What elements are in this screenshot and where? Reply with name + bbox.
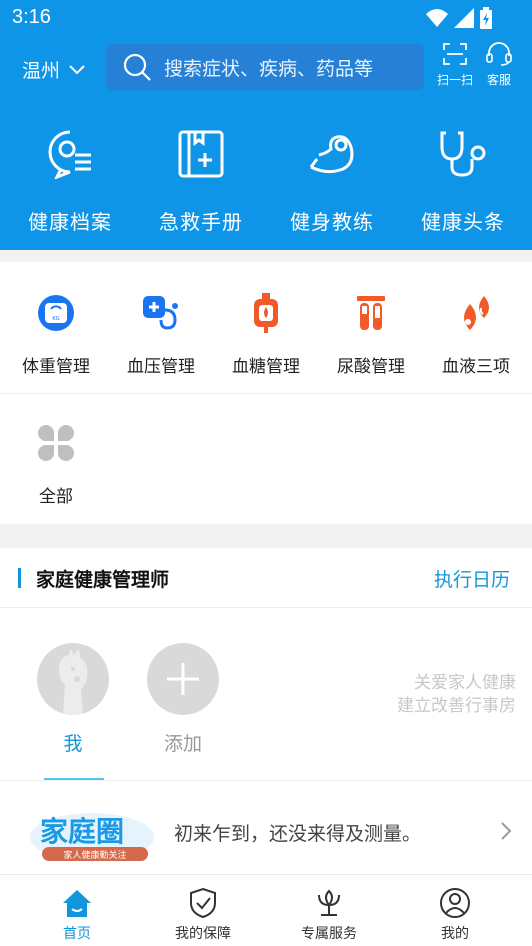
- fitness-coach-icon: [309, 135, 354, 174]
- avatar: [37, 643, 109, 715]
- signal-icon: [454, 8, 474, 28]
- banner-message: 初来乍到，还没来得及测量。: [174, 823, 422, 845]
- quick-label: 健身教练: [290, 210, 374, 234]
- scan-button[interactable]: 扫一扫: [433, 42, 477, 88]
- quick-first-aid[interactable]: 急救手册: [135, 124, 267, 235]
- service-flower-icon: [318, 889, 340, 916]
- section-accent-bar: [18, 568, 21, 588]
- category-label: 尿酸管理: [337, 357, 405, 377]
- schedule-link[interactable]: 执行日历: [434, 565, 510, 592]
- tab-label: 我的: [441, 926, 469, 942]
- family-circle-banner[interactable]: 家庭圈 家人健康勤关注 初来乍到，还没来得及测量。: [0, 780, 532, 874]
- tab-my-coverage[interactable]: 我的保障: [148, 885, 258, 943]
- category-blood-three[interactable]: 血液三项: [424, 286, 528, 377]
- test-tubes-icon: [357, 296, 385, 330]
- tagline-line-2: 建立改善行事房: [397, 696, 516, 716]
- tab-home[interactable]: 首页: [22, 885, 132, 943]
- family-header: 家庭健康管理师 执行日历: [0, 548, 532, 608]
- plus-icon: [167, 663, 199, 695]
- headset-icon: [486, 42, 512, 66]
- family-section: 家庭健康管理师 执行日历 我 添加 关爱家人健康 建立改善行事房 家庭圈 家人健…: [0, 548, 532, 874]
- quick-health-record[interactable]: 健康档案: [4, 124, 136, 235]
- category-label: 体重管理: [22, 357, 90, 377]
- bottom-tab-bar: 首页 我的保障 专属服务 我的: [0, 874, 532, 946]
- health-record-icon: [48, 130, 91, 179]
- category-blood-sugar[interactable]: 血糖管理: [214, 286, 318, 377]
- add-member-avatar: [147, 643, 219, 715]
- tab-label: 专属服务: [301, 926, 357, 942]
- status-time: 3:16: [12, 6, 51, 28]
- battery-icon: [480, 7, 492, 29]
- city-selector[interactable]: 温州: [22, 56, 86, 83]
- member-label: 我: [63, 733, 83, 755]
- quick-health-headlines[interactable]: 健康头条: [397, 124, 529, 235]
- search-bar[interactable]: 搜索症状、疾病、药品等: [106, 44, 424, 90]
- category-weight[interactable]: KG 体重管理: [4, 286, 108, 377]
- quick-label: 急救手册: [159, 210, 243, 234]
- customer-service-button[interactable]: 客服: [477, 42, 521, 88]
- search-placeholder: 搜索症状、疾病、药品等: [164, 57, 374, 80]
- tab-label: 我的保障: [175, 926, 231, 942]
- family-tagline: 关爱家人健康 建立改善行事房: [397, 672, 516, 718]
- search-icon: [123, 53, 151, 81]
- member-label: 添加: [163, 733, 202, 755]
- category-grid: KG 体重管理 血压管理 血糖管理 尿酸管理 血液三项 全部: [0, 262, 532, 524]
- grid-divider: [0, 393, 532, 394]
- scan-icon: [443, 43, 467, 65]
- shield-check-icon: [190, 887, 216, 919]
- category-uric-acid[interactable]: 尿酸管理: [319, 286, 423, 377]
- home-icon: [63, 890, 91, 917]
- tab-profile[interactable]: 我的: [400, 885, 510, 943]
- quick-fitness-coach[interactable]: 健身教练: [266, 124, 398, 235]
- logo-subtext: 家人健康勤关注: [63, 849, 126, 861]
- family-title: 家庭健康管理师: [36, 569, 170, 591]
- member-add[interactable]: 添加: [147, 643, 219, 756]
- member-me[interactable]: 我: [37, 643, 109, 756]
- stethoscope-icon: [440, 131, 486, 177]
- blood-sugar-icon: [254, 293, 278, 333]
- chevron-right-icon: [501, 822, 512, 840]
- blood-drops-icon: [464, 296, 489, 330]
- service-label: 客服: [486, 73, 511, 87]
- tab-exclusive-service[interactable]: 专属服务: [274, 885, 384, 943]
- status-icons: [426, 6, 492, 30]
- category-label: 血压管理: [127, 357, 195, 377]
- scale-icon: KG: [38, 295, 74, 331]
- giraffe-avatar-icon: [59, 649, 88, 715]
- blood-pressure-icon: [143, 296, 178, 330]
- quick-label: 健康头条: [421, 210, 505, 234]
- quick-label: 健康档案: [28, 210, 112, 234]
- header: 温州 搜索症状、疾病、药品等 扫一扫 客服 健康档案 急救手册 健身教练 健康头…: [0, 36, 532, 250]
- logo-text: 家庭圈: [40, 815, 124, 848]
- status-bar: 3:16: [0, 0, 532, 36]
- category-label: 全部: [39, 487, 73, 507]
- tagline-line-1: 关爱家人健康: [414, 673, 516, 693]
- category-all[interactable]: 全部: [4, 416, 108, 507]
- chevron-down-icon: [69, 64, 85, 74]
- svg-text:KG: KG: [52, 316, 59, 322]
- category-blood-pressure[interactable]: 血压管理: [109, 286, 213, 377]
- scan-label: 扫一扫: [436, 73, 473, 87]
- family-circle-logo: 家庭圈 家人健康勤关注: [30, 813, 154, 861]
- category-label: 血糖管理: [232, 357, 300, 377]
- wifi-icon: [426, 9, 448, 27]
- tab-label: 首页: [63, 926, 91, 942]
- grid-icon: [38, 425, 74, 461]
- city-label: 温州: [22, 60, 61, 82]
- first-aid-book-icon: [178, 130, 224, 178]
- category-label: 血液三项: [442, 357, 510, 377]
- user-icon: [440, 888, 470, 918]
